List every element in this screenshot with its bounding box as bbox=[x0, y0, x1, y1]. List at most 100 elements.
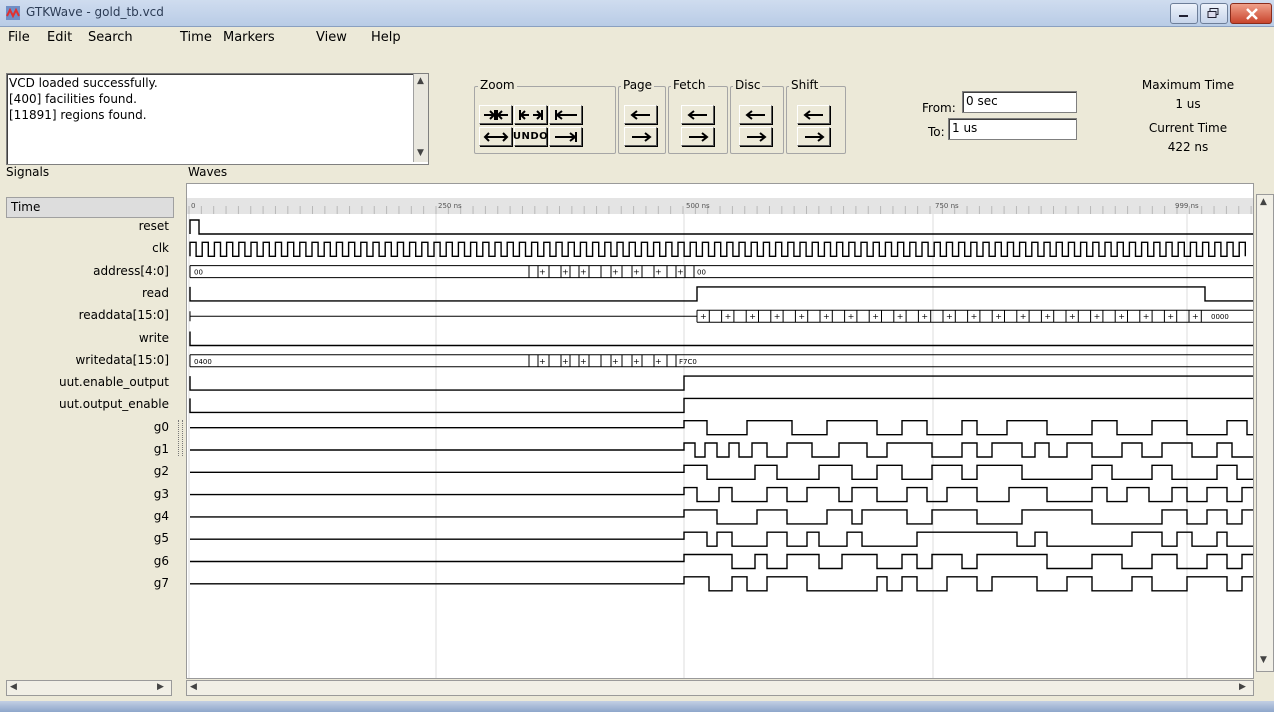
arrow-to-start-icon bbox=[554, 109, 577, 120]
signal-name[interactable]: readdata[15:0] bbox=[4, 308, 171, 322]
disc-right-button[interactable] bbox=[739, 127, 772, 146]
from-label: From: bbox=[922, 101, 956, 115]
waves-horizontal-scrollbar[interactable]: ◀ ▶ bbox=[186, 680, 1254, 696]
signal-name[interactable]: g5 bbox=[4, 531, 171, 545]
undo-zoom-button[interactable]: UNDO bbox=[513, 127, 548, 146]
scroll-up-icon[interactable]: ▲ bbox=[1260, 197, 1267, 207]
shift-label: Shift bbox=[789, 78, 821, 92]
signal-name[interactable]: read bbox=[4, 286, 171, 300]
time-tick-label: 250 ns bbox=[438, 202, 462, 210]
scroll-left-icon[interactable]: ◀ bbox=[190, 682, 197, 692]
scroll-left-icon[interactable]: ◀ bbox=[10, 682, 17, 692]
current-time-label: Current Time bbox=[1148, 121, 1228, 135]
signal-name[interactable]: g0 bbox=[4, 420, 171, 434]
title-bar: GTKWave - gold_tb.vcd bbox=[0, 0, 1274, 27]
signal-name[interactable]: address[4:0] bbox=[4, 264, 171, 278]
signal-name[interactable]: uut.output_enable bbox=[4, 397, 171, 411]
address-value-marker: + bbox=[612, 268, 619, 277]
zoom-end-button[interactable] bbox=[549, 127, 582, 146]
signal-name[interactable]: writedata[15:0] bbox=[4, 353, 171, 367]
readdata-value-marker: + bbox=[725, 312, 732, 321]
signal-name[interactable]: reset bbox=[4, 219, 171, 233]
zoom-start-button[interactable] bbox=[549, 105, 582, 124]
time-header: Time bbox=[6, 197, 174, 218]
menu-edit[interactable]: Edit bbox=[47, 30, 72, 45]
menu-help[interactable]: Help bbox=[371, 30, 401, 45]
g1-wave bbox=[190, 442, 1253, 458]
time-tick-label: 0 bbox=[191, 202, 195, 210]
minimize-button[interactable] bbox=[1170, 3, 1198, 24]
zoom-in-button[interactable] bbox=[514, 105, 547, 124]
maximize-button[interactable] bbox=[1200, 3, 1228, 24]
signal-name[interactable]: clk bbox=[4, 241, 171, 255]
close-button[interactable] bbox=[1230, 3, 1272, 24]
readdata-value-marker: + bbox=[995, 312, 1002, 321]
writedata-value-marker: + bbox=[633, 357, 640, 366]
shift-right-button[interactable] bbox=[797, 127, 830, 146]
signal-name[interactable]: g7 bbox=[4, 576, 171, 590]
from-input[interactable]: 0 sec bbox=[962, 91, 1077, 113]
zoom-fit-icon bbox=[483, 109, 508, 120]
shift-left-button[interactable] bbox=[797, 105, 830, 124]
menu-search[interactable]: Search bbox=[88, 30, 133, 45]
scroll-down-icon[interactable]: ▼ bbox=[1260, 655, 1267, 665]
signal-name[interactable]: uut.enable_output bbox=[4, 375, 171, 389]
readdata-value-marker: + bbox=[872, 312, 879, 321]
scroll-down-icon[interactable]: ▼ bbox=[417, 148, 424, 158]
to-input[interactable]: 1 us bbox=[948, 118, 1077, 140]
signal-name[interactable]: g4 bbox=[4, 509, 171, 523]
page-right-button[interactable] bbox=[624, 127, 657, 146]
scroll-up-icon[interactable]: ▲ bbox=[417, 76, 424, 86]
writedata-value-marker: + bbox=[655, 357, 662, 366]
menu-markers[interactable]: Markers bbox=[223, 30, 275, 45]
left-arrow-icon bbox=[802, 109, 823, 120]
readdata-value-marker: + bbox=[1118, 312, 1125, 321]
signals-panel-label: Signals bbox=[4, 165, 52, 179]
readdata-value-marker: + bbox=[897, 312, 904, 321]
address-value-marker: + bbox=[580, 268, 587, 277]
signal-name[interactable]: g1 bbox=[4, 442, 171, 456]
readdata-value-marker: + bbox=[700, 312, 707, 321]
right-arrow-icon bbox=[631, 131, 652, 142]
signal-name[interactable]: g2 bbox=[4, 464, 171, 478]
log-line: [11891] regions found. bbox=[9, 108, 147, 122]
g6-wave bbox=[190, 553, 1253, 570]
address-end-value: 00 bbox=[697, 269, 706, 277]
right-arrow-icon bbox=[746, 131, 767, 142]
current-time-value: 422 ns bbox=[1167, 140, 1209, 154]
scroll-right-icon[interactable]: ▶ bbox=[157, 682, 164, 692]
signal-name[interactable]: write bbox=[4, 331, 171, 345]
readdata-value-marker: + bbox=[774, 312, 781, 321]
pane-splitter[interactable] bbox=[178, 420, 183, 456]
zoom-out-button[interactable] bbox=[479, 127, 512, 146]
zoom-fit-button[interactable] bbox=[479, 105, 512, 124]
waveform-view[interactable]: 0 250 ns 500 ns 750 ns 999 ns+ + + + + + +00 00+ + + +… bbox=[186, 183, 1254, 679]
zoom-label: Zoom bbox=[478, 78, 517, 92]
fetch-left-button[interactable] bbox=[681, 105, 714, 124]
write-wave bbox=[189, 331, 1253, 347]
log-scrollbar[interactable]: ▲ ▼ bbox=[413, 74, 428, 162]
enable-output-wave bbox=[189, 375, 1253, 391]
writedata-value-marker: + bbox=[612, 357, 619, 366]
page-left-button[interactable] bbox=[624, 105, 657, 124]
readdata-value-marker: + bbox=[1167, 312, 1174, 321]
waves-vertical-scrollbar[interactable]: ▲ ▼ bbox=[1256, 194, 1274, 672]
signal-name[interactable]: g3 bbox=[4, 487, 171, 501]
close-icon bbox=[1246, 8, 1258, 20]
readdata-value-marker: + bbox=[1020, 312, 1027, 321]
fetch-right-button[interactable] bbox=[681, 127, 714, 146]
signal-name[interactable]: g6 bbox=[4, 554, 171, 568]
menu-view[interactable]: View bbox=[316, 30, 347, 45]
right-arrow-icon bbox=[688, 131, 709, 142]
status-log[interactable]: VCD loaded successfully. [400] facilitie… bbox=[6, 73, 429, 165]
address-start-value: 00 bbox=[194, 269, 203, 277]
readdata-value-marker: + bbox=[1069, 312, 1076, 321]
right-arrow-icon bbox=[804, 131, 825, 142]
disc-left-button[interactable] bbox=[739, 105, 772, 124]
menu-time[interactable]: Time bbox=[180, 30, 212, 45]
signals-horizontal-scrollbar[interactable]: ◀ ▶ bbox=[6, 680, 172, 696]
page-label: Page bbox=[621, 78, 655, 92]
menu-file[interactable]: File bbox=[8, 30, 30, 45]
waves-panel-label: Waves bbox=[186, 165, 230, 179]
scroll-right-icon[interactable]: ▶ bbox=[1239, 682, 1246, 692]
